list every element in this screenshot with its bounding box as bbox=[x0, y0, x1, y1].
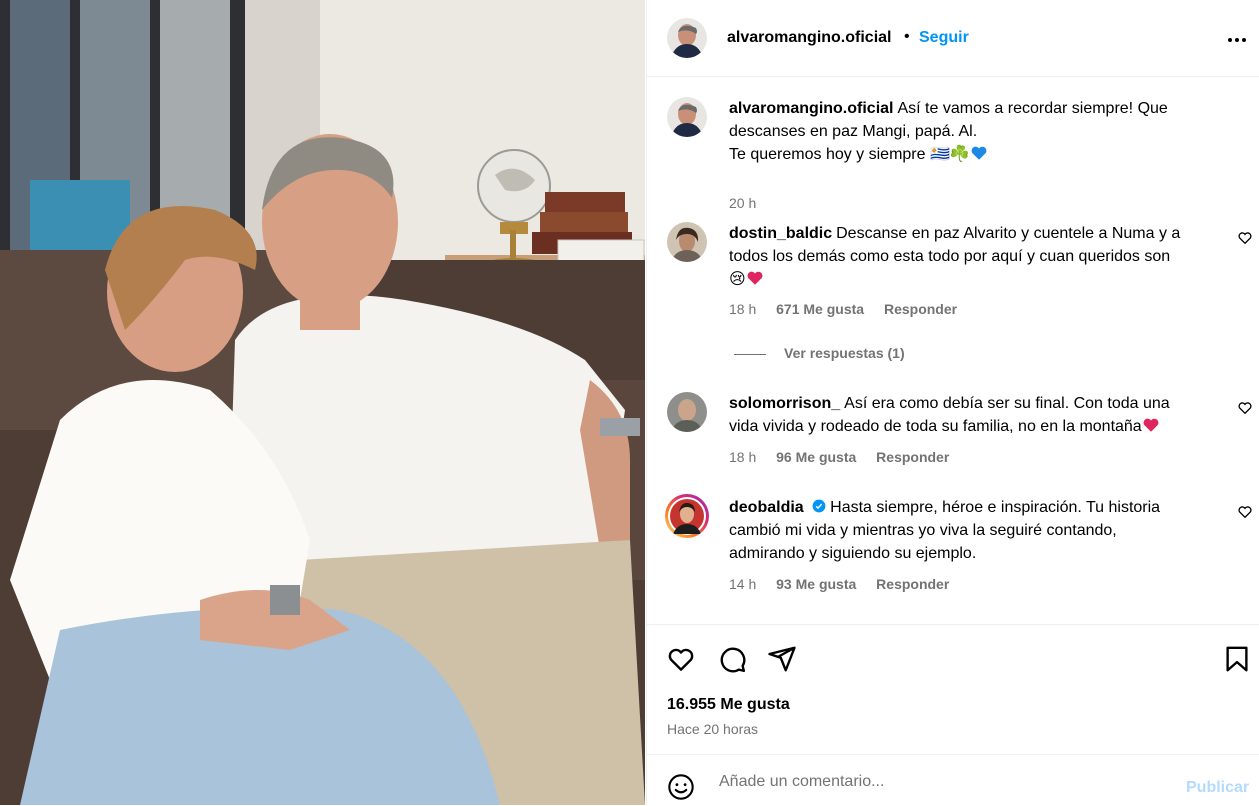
comment-likes[interactable]: 93 Me gusta bbox=[776, 576, 856, 592]
author-avatar[interactable] bbox=[667, 18, 707, 58]
follow-button[interactable]: Seguir bbox=[919, 29, 969, 47]
comment-likes[interactable]: 671 Me gusta bbox=[776, 301, 864, 317]
caption: alvaromangino.oficial Así te vamos a reco… bbox=[667, 97, 1242, 211]
share-icon[interactable] bbox=[767, 644, 797, 674]
author-avatar[interactable] bbox=[667, 97, 707, 137]
comment-text-line3: admirando y siguiendo su ejemplo. bbox=[729, 545, 977, 562]
comments-list[interactable]: alvaromangino.oficial Así te vamos a reco… bbox=[647, 77, 1259, 623]
comment-item: dostin_baldic Descanse en paz Alvarito y … bbox=[667, 222, 1252, 362]
caption-text-line2: descanses en paz Mangi, papá. Al. bbox=[729, 123, 978, 140]
commenter-avatar[interactable] bbox=[667, 222, 707, 262]
post-side-panel: alvaromangino.oficial • Seguir alvaroman… bbox=[646, 0, 1259, 805]
blue-heart-icon bbox=[971, 146, 987, 160]
commenter-avatar-story-ring[interactable] bbox=[665, 494, 709, 538]
comment-item: solomorrison_ Así era como debía ser su f… bbox=[667, 392, 1252, 482]
comment-text-line3: 😢 bbox=[729, 271, 746, 288]
red-heart-icon bbox=[747, 271, 763, 285]
comment-input[interactable] bbox=[717, 769, 1171, 795]
comment-meta: 18 h 671 Me gusta Responder bbox=[729, 301, 973, 317]
comment-likes[interactable]: 96 Me gusta bbox=[776, 449, 856, 465]
comment-meta: 14 h 93 Me gusta Responder bbox=[729, 576, 965, 592]
view-replies-label: Ver respuestas (1) bbox=[784, 345, 905, 361]
comment-item: deobaldia Hasta siempre, héroe e inspira… bbox=[665, 494, 1252, 606]
commenter-avatar[interactable] bbox=[667, 392, 707, 432]
verified-icon bbox=[812, 499, 826, 513]
comment-like-heart-icon[interactable] bbox=[1237, 400, 1253, 416]
comment-like-heart-icon[interactable] bbox=[1237, 230, 1253, 246]
comment-meta: 18 h 96 Me gusta Responder bbox=[729, 449, 965, 465]
reply-button[interactable]: Responder bbox=[876, 576, 949, 592]
author-username[interactable]: alvaromangino.oficial bbox=[727, 29, 891, 47]
caption-username[interactable]: alvaromangino.oficial bbox=[729, 100, 893, 117]
likes-count[interactable]: 16.955 Me gusta bbox=[667, 696, 790, 714]
comment-username[interactable]: solomorrison_ bbox=[729, 395, 840, 412]
post-actions: 16.955 Me gusta Hace 20 horas bbox=[647, 624, 1259, 755]
publish-button[interactable]: Publicar bbox=[1186, 779, 1249, 797]
red-heart-icon bbox=[1143, 418, 1159, 432]
separator-dot: • bbox=[904, 28, 910, 45]
post-time-ago[interactable]: Hace 20 horas bbox=[667, 721, 758, 737]
view-replies-button[interactable]: Ver respuestas (1) bbox=[734, 345, 905, 361]
comment-composer: Publicar bbox=[647, 754, 1259, 806]
reply-button[interactable]: Responder bbox=[876, 449, 949, 465]
comment-time[interactable]: 18 h bbox=[729, 301, 756, 317]
caption-text-line3: Te queremos hoy y siempre 🇺🇾☘️ bbox=[729, 146, 970, 163]
replies-divider bbox=[734, 353, 766, 355]
comment-icon[interactable] bbox=[717, 644, 747, 674]
comment-username[interactable]: deobaldia bbox=[729, 499, 804, 516]
comment-text-line2: todos los demás como esta todo por aquí … bbox=[729, 248, 1171, 265]
bookmark-icon[interactable] bbox=[1222, 644, 1252, 674]
emoji-icon[interactable] bbox=[667, 773, 695, 801]
caption-text-line1: Así te vamos a recordar siempre! Que bbox=[897, 100, 1168, 117]
comment-time[interactable]: 14 h bbox=[729, 576, 756, 592]
more-icon[interactable] bbox=[1225, 28, 1249, 58]
caption-meta: 20 h bbox=[729, 195, 772, 211]
comment-text-line2: vida vivida y rodeado de toda su familia… bbox=[729, 418, 1142, 435]
post-image[interactable] bbox=[0, 0, 645, 805]
heart-icon[interactable] bbox=[666, 644, 696, 674]
comment-like-heart-icon[interactable] bbox=[1237, 504, 1253, 520]
post-header: alvaromangino.oficial • Seguir bbox=[647, 0, 1259, 77]
comment-text-line2: cambió mi vida y mientras yo viva la seg… bbox=[729, 522, 1117, 539]
comment-time[interactable]: 18 h bbox=[729, 449, 756, 465]
comment-text-line1: Descanse en paz Alvarito y cuentele a Nu… bbox=[836, 225, 1181, 242]
comment-text-line1: Así era como debía ser su final. Con tod… bbox=[844, 395, 1170, 412]
comment-username[interactable]: dostin_baldic bbox=[729, 225, 832, 242]
comment-text-line1: Hasta siempre, héroe e inspiración. Tu h… bbox=[830, 499, 1161, 516]
reply-button[interactable]: Responder bbox=[884, 301, 957, 317]
caption-time[interactable]: 20 h bbox=[729, 195, 756, 211]
